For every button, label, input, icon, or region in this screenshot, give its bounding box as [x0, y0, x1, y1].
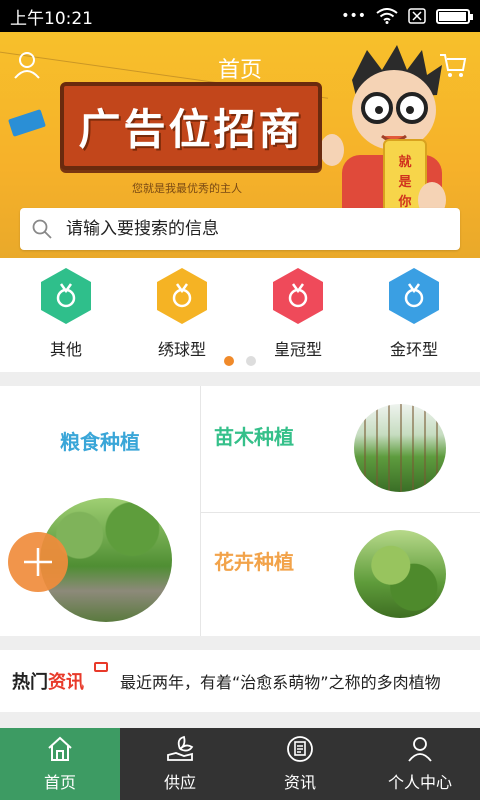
sim-off-icon: [408, 8, 426, 24]
ad-subtitle: 您就是我最优秀的主人: [132, 182, 242, 195]
plus-icon: [24, 548, 52, 576]
divider: [200, 386, 201, 636]
grain-planting-title[interactable]: 粮食种植: [0, 426, 200, 455]
news-headline[interactable]: 最近两年，有着“治愈系萌物”之称的多肉植物: [120, 669, 450, 693]
search-input[interactable]: [66, 219, 460, 239]
category-item-crown[interactable]: 皇冠型: [253, 266, 343, 360]
card-decoration: [8, 109, 46, 137]
tab-label: 供应: [163, 773, 196, 792]
category-item-hydrangea[interactable]: 绣球型: [137, 266, 227, 360]
more-icon: •••: [341, 8, 366, 24]
category-item-other[interactable]: 其他: [21, 266, 111, 360]
sapling-planting-title[interactable]: 苗木种植: [214, 421, 294, 450]
ad-board: 广告位招商: [60, 82, 322, 170]
hot-news-bar[interactable]: 热门资讯 最近两年，有着“治愈系萌物”之称的多肉植物: [0, 650, 480, 712]
page-dot-active[interactable]: [224, 356, 234, 366]
speech-bubble-icon: [94, 662, 108, 672]
page-dot[interactable]: [246, 356, 256, 366]
status-bar: 上午10:21 •••: [0, 0, 480, 32]
home-icon: [48, 736, 72, 761]
tab-home[interactable]: 首页: [0, 728, 120, 800]
tab-supply[interactable]: 供应: [120, 728, 240, 800]
medal-icon: [273, 268, 323, 324]
flower-planting-title[interactable]: 花卉种植: [214, 546, 294, 575]
person-icon: [408, 737, 432, 762]
hot-news-badge: 热门资讯: [12, 662, 108, 694]
svg-text:是: 是: [397, 175, 412, 190]
search-icon: [32, 219, 52, 239]
ad-board-text: 广告位招商: [78, 104, 304, 154]
tab-personal-center[interactable]: 个人中心: [360, 728, 480, 800]
badge-text-hot: 热门: [12, 672, 48, 693]
app-root: 上午10:21 ••• 首页 广告位招商 您就是我最优秀的主人 就 是 你 请输…: [0, 0, 480, 800]
divider: [200, 512, 480, 513]
svg-text:就: 就: [398, 154, 411, 170]
wifi-icon: [376, 8, 398, 24]
supply-icon: [167, 735, 194, 761]
medal-icon: [41, 268, 91, 324]
search-bar[interactable]: [20, 208, 460, 250]
medal-icon: [389, 268, 439, 324]
tab-label: 首页: [43, 773, 76, 792]
tab-news[interactable]: 资讯: [240, 728, 360, 800]
battery-icon: [436, 8, 473, 24]
page-indicator: [0, 356, 480, 366]
medal-icon: [157, 268, 207, 324]
planting-grid: 粮食种植 苗木种植 花卉种植: [0, 386, 480, 636]
category-carousel: 其他 绣球型 皇冠型 金环型: [0, 258, 480, 372]
news-icon: [287, 736, 313, 762]
status-time: 上午10:21: [10, 8, 93, 29]
category-item-gold-ring[interactable]: 金环型: [369, 266, 459, 360]
badge-text-news: 资讯: [48, 672, 84, 693]
sapling-planting-photo[interactable]: [354, 404, 446, 492]
tab-label: 个人中心: [387, 773, 452, 792]
flower-planting-photo[interactable]: [354, 530, 446, 618]
add-button[interactable]: [8, 532, 68, 592]
tab-label: 资讯: [283, 773, 316, 792]
bottom-tab-bar: 首页 供应 资讯 个人中心: [0, 728, 480, 800]
